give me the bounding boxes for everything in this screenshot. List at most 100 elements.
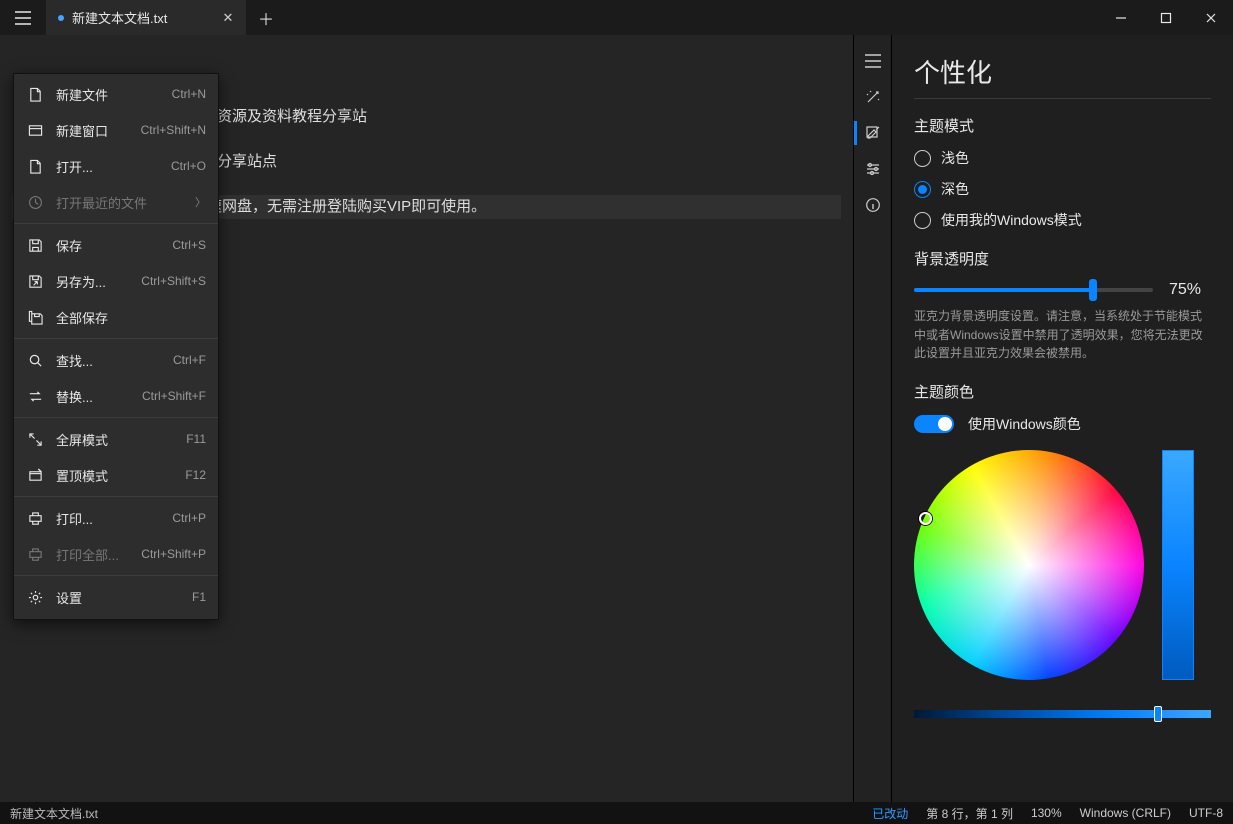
menu-separator xyxy=(14,417,218,418)
editor-area[interactable]: 资源及资料教程分享站 分享站点 速网盘，无需注册登陆购买VIP即可使用。 新建文… xyxy=(0,35,853,802)
menu-item-label: 替换... xyxy=(56,387,93,406)
menu-separator xyxy=(14,223,218,224)
menu-item-label: 全部保存 xyxy=(56,308,108,327)
printall-icon xyxy=(26,547,44,562)
status-eol[interactable]: Windows (CRLF) xyxy=(1080,806,1171,820)
use-windows-color-toggle[interactable] xyxy=(914,415,954,433)
strip-magic-icon[interactable] xyxy=(854,79,892,115)
titlebar-spacer xyxy=(286,0,1098,35)
radio-icon xyxy=(914,181,931,198)
status-cursor[interactable]: 第 8 行，第 1 列 xyxy=(926,805,1013,822)
menu-item-shortcut: Ctrl+O xyxy=(171,159,206,173)
slider-thumb[interactable] xyxy=(1089,279,1097,301)
status-modified[interactable]: 已改动 xyxy=(872,805,908,822)
status-zoom[interactable]: 130% xyxy=(1031,806,1062,820)
menu-item-shortcut: Ctrl+N xyxy=(172,87,206,101)
window-controls xyxy=(1098,0,1233,35)
menu-item-find[interactable]: 查找...Ctrl+F xyxy=(14,342,218,378)
status-bar: 新建文本文档.txt 已改动 第 8 行，第 1 列 130% Windows … xyxy=(0,802,1233,824)
theme-radio-1[interactable]: 深色 xyxy=(914,179,1211,199)
menu-item-shortcut: Ctrl+P xyxy=(172,511,206,525)
menu-item-replace[interactable]: 替换...Ctrl+Shift+F xyxy=(14,378,218,414)
print-icon xyxy=(26,511,44,526)
menu-item-printall: 打印全部...Ctrl+Shift+P xyxy=(14,536,218,572)
new-tab-button[interactable]: ＋ xyxy=(246,0,286,35)
menu-item-shortcut: Ctrl+Shift+P xyxy=(141,547,206,561)
menu-item-shortcut: F12 xyxy=(185,468,206,482)
document-tab[interactable]: 新建文本文档.txt ✕ xyxy=(46,0,246,35)
menu-item-shortcut: Ctrl+Shift+N xyxy=(141,123,206,137)
menu-item-label: 查找... xyxy=(56,351,93,370)
window-maximize-button[interactable] xyxy=(1143,0,1188,35)
accent-label: 主题颜色 xyxy=(914,381,1211,402)
tab-close-icon[interactable]: ✕ xyxy=(222,12,234,24)
menu-item-print[interactable]: 打印...Ctrl+P xyxy=(14,500,218,536)
menu-item-recent: 打开最近的文件〉 xyxy=(14,184,218,220)
radio-label: 使用我的Windows模式 xyxy=(941,210,1082,230)
menu-item-label: 置顶模式 xyxy=(56,466,108,485)
radio-label: 深色 xyxy=(941,179,969,199)
tab-title: 新建文本文档.txt xyxy=(72,8,214,27)
color-value-bar[interactable] xyxy=(1162,450,1194,680)
opacity-label: 背景透明度 xyxy=(914,248,1211,269)
menu-item-ontop[interactable]: 置顶模式 F12 xyxy=(14,457,218,493)
menu-separator xyxy=(14,338,218,339)
menu-item-label: 新建窗口 xyxy=(56,121,108,140)
hue-strip[interactable] xyxy=(914,710,1211,718)
menu-item-shortcut: F11 xyxy=(186,432,206,446)
opacity-note: 亚克力背景透明度设置。请注意，当系统处于节能模式中或者Windows设置中禁用了… xyxy=(914,307,1211,363)
menu-item-label: 打开最近的文件 xyxy=(56,193,147,212)
menu-item-fullscreen[interactable]: 全屏模式 F11 xyxy=(14,421,218,457)
accent-section: 主题颜色 使用Windows颜色 xyxy=(914,381,1211,734)
save-icon xyxy=(26,238,44,253)
menu-item-saveas[interactable]: 另存为... Ctrl+Shift+S xyxy=(14,263,218,299)
status-filename: 新建文本文档.txt xyxy=(10,805,854,822)
strip-edit-icon[interactable] xyxy=(854,115,892,151)
theme-section: 主题模式 浅色深色使用我的Windows模式 xyxy=(914,115,1211,230)
fullscreen-icon xyxy=(26,432,44,447)
color-wheel[interactable] xyxy=(914,450,1144,680)
opacity-slider[interactable] xyxy=(914,288,1153,292)
menu-item-saveall[interactable]: 全部保存 xyxy=(14,299,218,335)
editor-line: 分享站点 xyxy=(217,150,841,175)
title-bar: 新建文本文档.txt ✕ ＋ xyxy=(0,0,1233,35)
strip-info-icon[interactable] xyxy=(854,187,892,223)
color-wheel-cursor[interactable] xyxy=(919,512,932,525)
radio-icon xyxy=(914,150,931,167)
menu-item-settings[interactable]: 设置F1 xyxy=(14,579,218,615)
window-new-icon xyxy=(26,123,44,138)
status-encoding[interactable]: UTF-8 xyxy=(1189,806,1223,820)
find-icon xyxy=(26,353,44,368)
menu-item-label: 新建文件 xyxy=(56,85,108,104)
replace-icon xyxy=(26,389,44,404)
menu-item-label: 另存为... xyxy=(56,272,106,291)
hamburger-button[interactable] xyxy=(0,0,46,35)
radio-label: 浅色 xyxy=(941,148,969,168)
menu-item-shortcut: Ctrl+S xyxy=(172,238,206,252)
window-close-button[interactable] xyxy=(1188,0,1233,35)
modified-dot-icon xyxy=(58,15,64,21)
strip-menu-icon[interactable] xyxy=(854,43,892,79)
opacity-section: 背景透明度 75% 亚克力背景透明度设置。请注意，当系统处于节能模式中或者Win… xyxy=(914,248,1211,363)
menu-item-file-new[interactable]: 新建文件 Ctrl+N xyxy=(14,76,218,112)
menu-separator xyxy=(14,496,218,497)
file-menu: 新建文件Ctrl+N新建窗口Ctrl+Shift+N打开...Ctrl+O打开最… xyxy=(13,73,219,620)
strip-sliders-icon[interactable] xyxy=(854,151,892,187)
recent-icon xyxy=(26,195,44,210)
menu-item-open[interactable]: 打开...Ctrl+O xyxy=(14,148,218,184)
menu-item-label: 保存 xyxy=(56,236,82,255)
radio-icon xyxy=(914,212,931,229)
open-icon xyxy=(26,159,44,174)
theme-label: 主题模式 xyxy=(914,115,1211,136)
menu-item-label: 全屏模式 xyxy=(56,430,108,449)
saveall-icon xyxy=(26,310,44,325)
file-new-icon xyxy=(26,87,44,102)
menu-item-window-new[interactable]: 新建窗口 Ctrl+Shift+N xyxy=(14,112,218,148)
menu-item-save[interactable]: 保存 Ctrl+S xyxy=(14,227,218,263)
theme-radio-2[interactable]: 使用我的Windows模式 xyxy=(914,210,1211,230)
hue-thumb[interactable] xyxy=(1154,706,1162,722)
window-minimize-button[interactable] xyxy=(1098,0,1143,35)
menu-item-shortcut: Ctrl+Shift+S xyxy=(141,274,206,288)
settings-panel: 个性化 主题模式 浅色深色使用我的Windows模式 背景透明度 75% 亚克力… xyxy=(891,35,1233,802)
theme-radio-0[interactable]: 浅色 xyxy=(914,148,1211,168)
